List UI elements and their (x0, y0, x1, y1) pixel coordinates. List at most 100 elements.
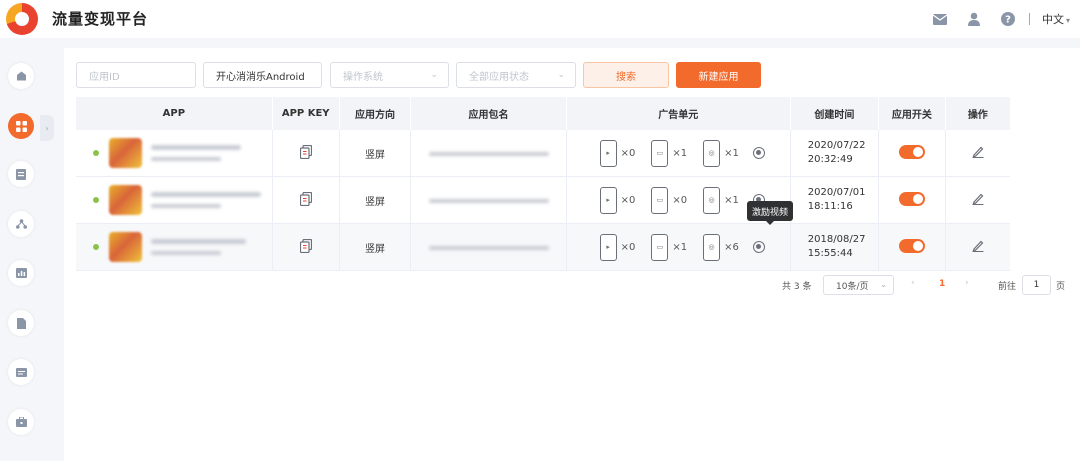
sidebar-collapse-handle[interactable]: › (40, 115, 54, 141)
sidebar: › (0, 38, 54, 461)
ad-unit-video[interactable]: ▸ ×0 (599, 186, 635, 214)
status-select[interactable]: 全部应用状态 ⌄ (456, 62, 576, 88)
sidebar-item-documents[interactable] (8, 310, 34, 336)
new-app-button[interactable]: 新建应用 (676, 62, 761, 88)
column-header-created[interactable]: 创建时间 (790, 97, 880, 130)
app-info[interactable] (76, 224, 272, 270)
os-select[interactable]: 操作系统 ⌄ (330, 62, 449, 88)
search-button[interactable]: 搜索 (583, 62, 669, 88)
column-header-ad-units[interactable]: 广告单元 (566, 97, 791, 130)
report-icon (16, 168, 26, 180)
ad-unit-banner[interactable]: ▭ ×1 (651, 233, 687, 261)
next-page-button[interactable]: › (965, 278, 969, 288)
toolbox-icon (15, 417, 27, 427)
header-divider (1028, 13, 1030, 25)
ad-unit-rewarded[interactable]: ◎ ×1 (703, 139, 739, 167)
copy-icon[interactable] (299, 191, 312, 206)
image-ad-icon: ▭ (651, 186, 669, 214)
ad-units: ▸ ×0 ▭ ×1 ◎ ×6 (567, 224, 790, 270)
status-dot (93, 197, 99, 203)
sidebar-item-home[interactable] (8, 63, 34, 89)
copy-icon[interactable] (299, 238, 312, 253)
top-bar: 流量变现平台 ? 中文 ▾ (0, 0, 1080, 38)
app-id-input[interactable]: 应用ID (76, 62, 196, 88)
sidebar-item-apps[interactable] (8, 113, 34, 139)
sidebar-item-structure[interactable] (8, 211, 34, 237)
ad-unit-rewarded[interactable]: ◎ ×1 (703, 186, 739, 214)
app-thumbnail (109, 138, 142, 168)
rewarded-ad-icon: ◎ (703, 139, 721, 167)
image-ad-icon: ▭ (651, 139, 669, 167)
column-header-app-key[interactable]: APP KEY (272, 97, 340, 130)
help-icon[interactable]: ? (1000, 12, 1015, 26)
package-name-redacted (428, 151, 549, 156)
hierarchy-icon (15, 219, 27, 229)
sidebar-item-reports[interactable] (8, 161, 34, 187)
column-header-orientation[interactable]: 应用方向 (339, 97, 412, 130)
ad-unit-banner[interactable]: ▭ ×1 (651, 139, 687, 167)
page-size-label: 10条/页 (836, 281, 869, 292)
header-actions: ? 中文 ▾ (913, 0, 1070, 38)
app-info[interactable] (76, 130, 272, 176)
video-ad-icon: ▸ (599, 186, 617, 214)
language-label: 中文 (1041, 13, 1064, 26)
ad-unit-rewarded[interactable]: ◎ ×6 (703, 233, 739, 261)
svg-text:?: ? (1005, 15, 1011, 26)
document-icon (16, 317, 26, 329)
copy-icon[interactable] (299, 144, 312, 159)
logo-icon (6, 3, 38, 35)
home-icon (16, 71, 26, 81)
mail-icon[interactable] (932, 12, 947, 26)
page-size-select[interactable]: 10条/页 ⌄ (823, 275, 894, 295)
app-id-redacted (151, 157, 221, 161)
package-name-redacted (428, 245, 549, 250)
app-switch-toggle[interactable] (898, 191, 925, 206)
apps-grid-icon (15, 120, 27, 132)
add-ad-unit-icon[interactable] (752, 241, 765, 253)
edit-icon[interactable] (972, 145, 984, 158)
orientation-cell: 竖屏 (339, 223, 412, 271)
sidebar-item-messages[interactable] (8, 359, 34, 385)
app-id-redacted (151, 204, 221, 208)
chevron-down-icon: ⌄ (557, 70, 565, 80)
app-name-redacted (151, 145, 241, 150)
language-switcher[interactable]: 中文 ▾ (1042, 11, 1070, 27)
prev-page-button[interactable]: ‹ (911, 278, 915, 288)
add-ad-unit-icon[interactable] (752, 147, 765, 159)
app-info[interactable] (76, 177, 272, 223)
orientation-cell: 竖屏 (339, 130, 412, 177)
package-name-redacted (428, 198, 549, 203)
ad-units: ▸ ×0 ▭ ×1 ◎ ×1 (567, 130, 790, 176)
ad-unit-video[interactable]: ▸ ×0 (599, 139, 635, 167)
status-select-placeholder: 全部应用状态 (469, 71, 529, 83)
user-icon[interactable] (967, 12, 981, 26)
column-header-switch[interactable]: 应用开关 (878, 97, 946, 130)
page-title: 流量变现平台 (52, 10, 149, 28)
page-unit-label: 页 (1056, 282, 1066, 292)
app-name-input[interactable]: 开心消消乐Android (203, 62, 322, 88)
app-id-redacted (151, 251, 221, 255)
orientation-cell: 竖屏 (339, 176, 412, 224)
edit-icon[interactable] (972, 239, 984, 252)
created-at: 2020/07/22 20:32:49 (807, 140, 866, 165)
column-header-package[interactable]: 应用包名 (410, 97, 567, 130)
goto-page-input[interactable]: 1 (1022, 275, 1051, 295)
message-icon (15, 367, 27, 377)
ad-unit-banner[interactable]: ▭ ×0 (651, 186, 687, 214)
table-row: 竖屏 ▸ ×0 ▭ ×1 ◎ ×1 2020/07/22 20:32:49 (76, 130, 1010, 177)
video-ad-icon: ▸ (599, 233, 617, 261)
app-name-redacted (151, 239, 246, 244)
chevron-right-icon: › (45, 123, 49, 133)
rewarded-ad-icon: ◎ (703, 186, 721, 214)
app-switch-toggle[interactable] (898, 238, 925, 253)
rewarded-ad-icon: ◎ (703, 233, 721, 261)
sidebar-item-tools[interactable] (8, 409, 34, 435)
chevron-down-icon: ⌄ (430, 70, 438, 80)
edit-icon[interactable] (972, 192, 984, 205)
app-switch-toggle[interactable] (898, 144, 925, 159)
apps-table: APP APP KEY 应用方向 应用包名 广告单元 创建时间 应用开关 操作 (76, 97, 1010, 271)
column-header-actions[interactable]: 操作 (945, 97, 1010, 130)
ad-unit-video[interactable]: ▸ ×0 (599, 233, 635, 261)
page-number-current[interactable]: 1 (939, 279, 945, 289)
column-header-app[interactable]: APP (76, 97, 273, 130)
